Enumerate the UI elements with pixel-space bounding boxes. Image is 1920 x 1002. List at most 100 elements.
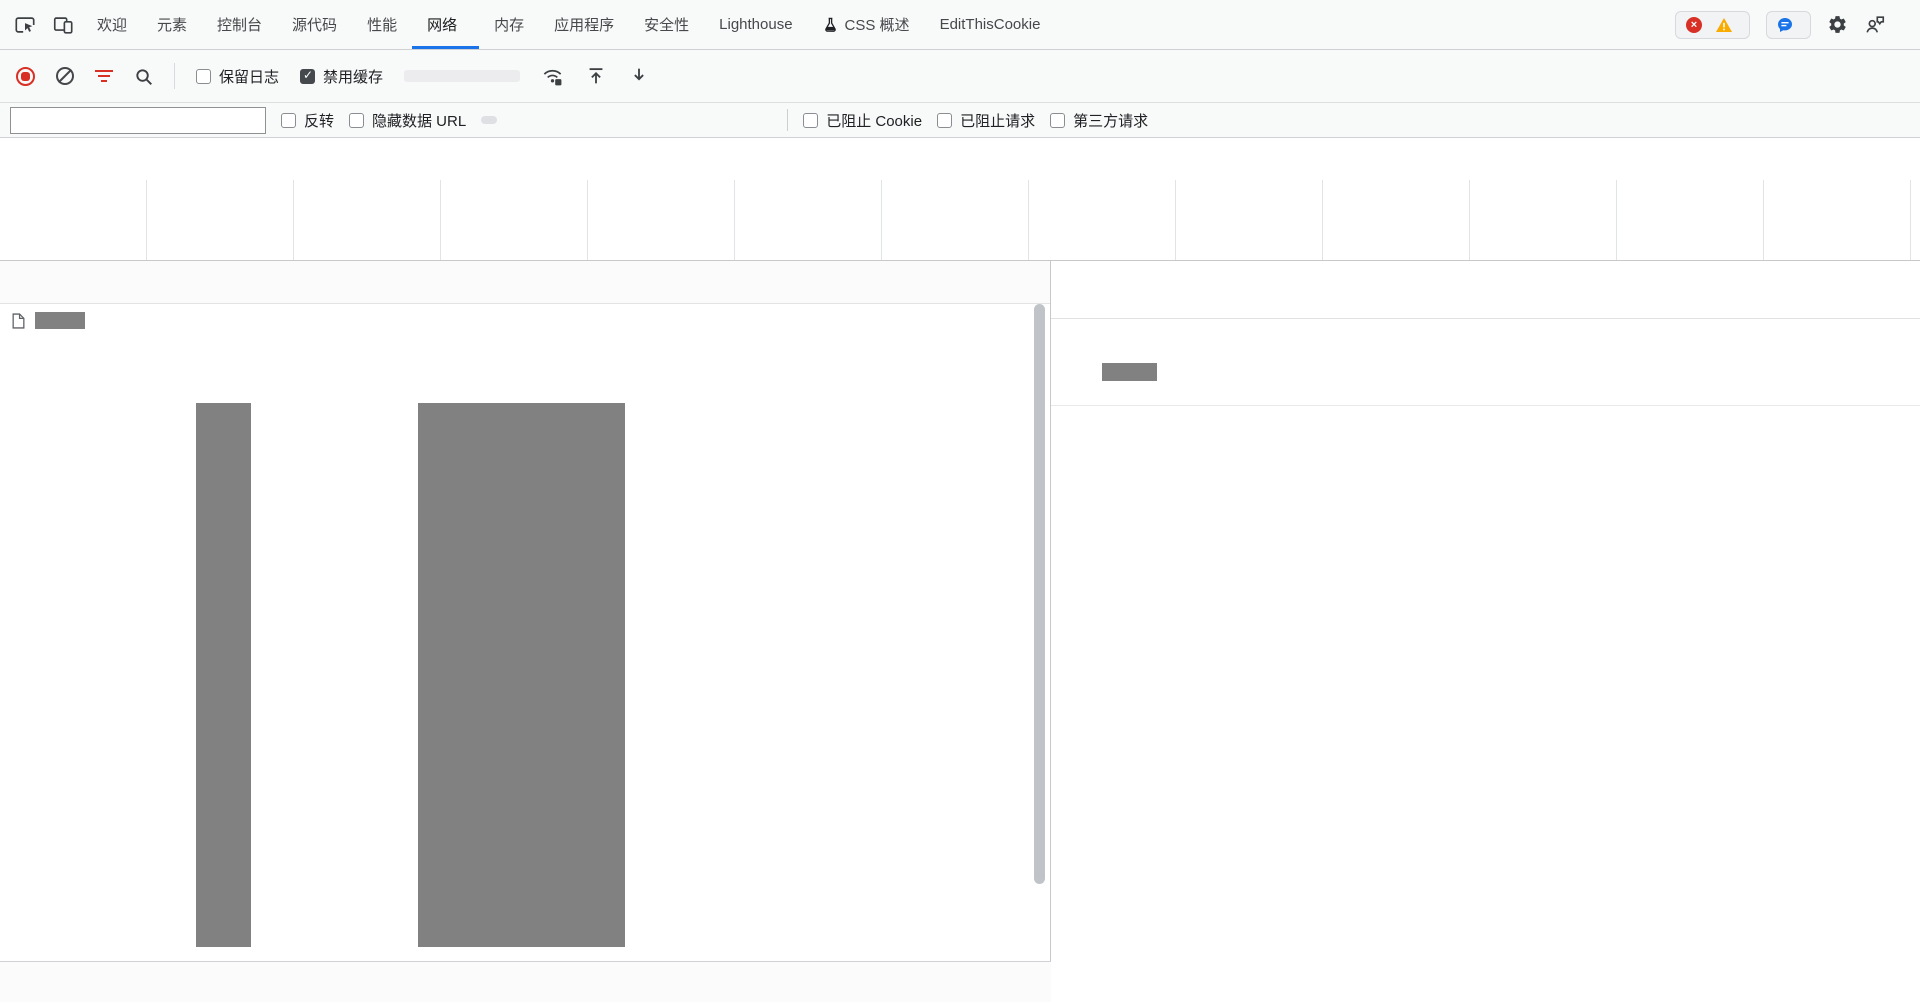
request-type-chip[interactable] (481, 116, 497, 124)
checkbox-label: 隐藏数据 URL (372, 110, 466, 131)
request-type-chip[interactable] (556, 116, 572, 124)
panel-tab[interactable]: 源代码 (277, 0, 352, 49)
checkbox-icon (937, 113, 952, 128)
panel-tab-label: 控制台 (217, 14, 262, 35)
panel-tab-label: 元素 (157, 14, 187, 35)
filter-input[interactable] (19, 112, 257, 129)
clear-button[interactable] (56, 67, 74, 85)
request-type-chip[interactable] (581, 116, 597, 124)
checkbox-label: 已阻止 Cookie (826, 110, 922, 131)
panel-tab-label: 应用程序 (554, 14, 614, 35)
panel-tab[interactable]: 内存 (479, 0, 539, 49)
filter-checkbox[interactable]: 第三方请求 (1050, 110, 1148, 131)
panel-tab-label: EditThisCookie (940, 16, 1041, 33)
request-type-chip[interactable] (756, 116, 772, 124)
panel-tab[interactable]: 控制台 (202, 0, 277, 49)
filter-checkbox[interactable]: 已阻止 Cookie (803, 110, 922, 131)
panel-tab[interactable]: 性能 (352, 0, 412, 49)
messages-badge[interactable] (1766, 11, 1811, 39)
checkbox-icon (1050, 113, 1065, 128)
toolbar-checkbox[interactable]: 保留日志 (196, 66, 279, 87)
request-type-chip[interactable] (656, 116, 672, 124)
details-tab-bar (1051, 261, 1920, 319)
more-tabs-button[interactable] (1055, 0, 1079, 49)
redacted-value (1102, 363, 1157, 381)
network-filter-bar: 反转 隐藏数据 URL 已阻止 Cookie 已阻止请求 第三方请求 (0, 103, 1920, 138)
redaction-overlay (196, 403, 251, 947)
device-toolbar-button[interactable] (44, 0, 82, 49)
request-type-chip[interactable] (631, 116, 647, 124)
inspect-element-button[interactable] (6, 0, 44, 49)
checkbox-label: 已阻止请求 (960, 110, 1035, 131)
panel-tab-label: 安全性 (644, 14, 689, 35)
timeline-marks (0, 138, 1920, 260)
request-type-chip[interactable] (681, 116, 697, 124)
network-status-bar (0, 961, 1051, 1002)
devtools-window: 欢迎 元素 控制台 (0, 0, 1920, 1002)
waterfall-overview[interactable] (0, 138, 1920, 261)
request-type-chip[interactable] (531, 116, 547, 124)
name-column-header[interactable] (0, 261, 1050, 304)
checkbox-label: 反转 (304, 110, 334, 131)
toolbar-divider (174, 63, 175, 89)
checkbox-label: 禁用缓存 (323, 66, 383, 87)
panel-tab[interactable]: EditThisCookie (925, 0, 1056, 49)
filter-checkboxes-left: 反转 隐藏数据 URL (281, 110, 466, 131)
query-params-section-header (1051, 319, 1920, 346)
settings-gear-icon[interactable] (1827, 14, 1848, 35)
toolbar-checkbox[interactable]: 禁用缓存 (300, 66, 383, 87)
device-toolbar-icon (52, 14, 74, 36)
panel-tab[interactable]: 网络 (412, 0, 479, 49)
request-type-chip[interactable] (706, 116, 722, 124)
network-conditions-icon[interactable] (541, 65, 564, 88)
checkbox-icon (300, 69, 315, 84)
inspect-cursor-icon (14, 14, 36, 36)
panel-tab[interactable]: 应用程序 (539, 0, 629, 49)
main-tab-bar: 欢迎 元素 控制台 (0, 0, 1920, 50)
search-icon[interactable] (134, 67, 153, 86)
table-row[interactable] (0, 304, 1050, 337)
redaction-overlay (418, 403, 625, 947)
scrollbar-thumb[interactable] (1034, 304, 1045, 884)
request-rows (0, 304, 1050, 337)
checkbox-label: 保留日志 (219, 66, 279, 87)
panel-tab-label: 性能 (367, 14, 397, 35)
request-type-chip[interactable] (506, 116, 522, 124)
request-type-chip[interactable] (731, 116, 747, 124)
import-har-icon[interactable] (585, 65, 607, 87)
checkbox-icon (196, 69, 211, 84)
panel-tab[interactable]: 元素 (142, 0, 202, 49)
throttling-select[interactable] (404, 70, 520, 82)
panel-tab[interactable]: Lighthouse (704, 0, 807, 49)
panel-tab[interactable]: 安全性 (629, 0, 704, 49)
issues-badge[interactable]: × (1675, 11, 1750, 39)
tabbar-right-cluster: × (1675, 0, 1914, 49)
filter-checkbox[interactable]: 已阻止请求 (937, 110, 1035, 131)
panel-tab[interactable]: 欢迎 (82, 0, 142, 49)
filter-toggle-icon[interactable] (95, 67, 113, 85)
panel-tab-label: 网络 (427, 14, 457, 35)
request-type-chips (481, 116, 772, 124)
checkbox-label: 第三方请求 (1073, 110, 1148, 131)
filter-checkbox[interactable]: 隐藏数据 URL (349, 110, 466, 131)
filter-divider (787, 109, 788, 131)
error-icon: × (1686, 17, 1702, 33)
filter-checkbox[interactable]: 反转 (281, 110, 334, 131)
query-param-row (1091, 354, 1920, 389)
record-button[interactable] (16, 67, 35, 86)
panel-tab[interactable]: CSS 概述 (808, 0, 925, 49)
panel-tab-label: Lighthouse (719, 16, 792, 33)
warning-icon (1716, 18, 1732, 32)
checkbox-icon (349, 113, 364, 128)
request-details-panel (1051, 261, 1920, 1002)
request-type-chip[interactable] (606, 116, 622, 124)
message-bubble-icon (1777, 17, 1793, 33)
close-details-icon[interactable] (1055, 261, 1087, 318)
query-params-list (1051, 350, 1920, 406)
panel-tab-label: 内存 (494, 14, 524, 35)
details-tab[interactable] (1087, 261, 1109, 318)
feedback-icon[interactable] (1864, 14, 1886, 36)
request-table (0, 261, 1051, 961)
export-har-icon[interactable] (628, 65, 650, 87)
panel-tab-label: CSS 概述 (845, 14, 910, 35)
